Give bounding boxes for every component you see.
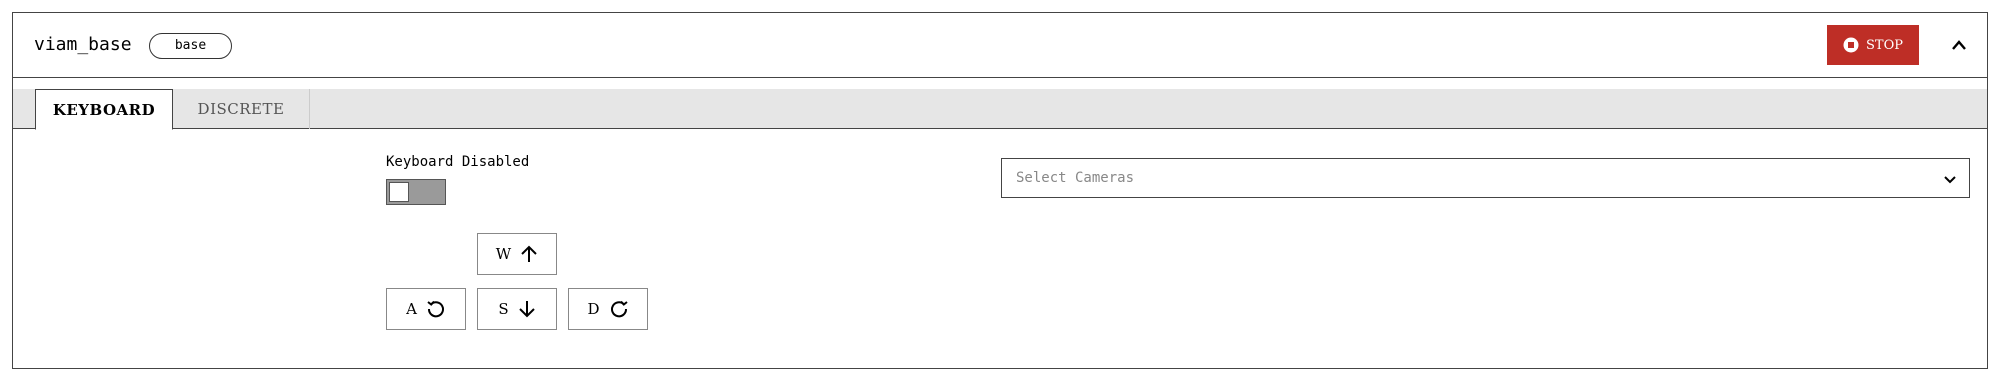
arrow-up-icon	[520, 244, 538, 264]
tab-discrete[interactable]: DISCRETE	[173, 89, 310, 129]
component-type-badge: base	[149, 33, 232, 59]
stop-circle-icon	[1843, 37, 1859, 53]
camera-select[interactable]: Select Cameras	[1001, 158, 1970, 198]
stop-button[interactable]: STOP	[1827, 25, 1919, 65]
tab-keyboard[interactable]: KEYBOARD	[35, 89, 173, 130]
key-a-letter: A	[406, 300, 417, 318]
key-forward-w[interactable]: W	[477, 233, 557, 275]
base-control-card: viam_base base STOP KEYBOARD DISCRETE Ke…	[12, 12, 1988, 369]
key-right-d[interactable]: D	[568, 288, 648, 330]
component-name: viam_base	[34, 34, 132, 55]
chevron-up-icon	[1951, 36, 1967, 55]
stop-button-label: STOP	[1866, 37, 1903, 53]
key-backward-s[interactable]: S	[477, 288, 557, 330]
key-left-a[interactable]: A	[386, 288, 466, 330]
key-w-letter: W	[495, 245, 512, 263]
card-header: viam_base base STOP	[13, 13, 1987, 78]
tab-discrete-label: DISCRETE	[197, 100, 285, 118]
tab-keyboard-label: KEYBOARD	[52, 100, 156, 119]
keyboard-status-label: Keyboard Disabled	[386, 154, 530, 170]
chevron-down-icon	[1943, 171, 1957, 185]
rotate-cw-icon	[609, 299, 629, 319]
camera-select-placeholder: Select Cameras	[1016, 170, 1135, 186]
collapse-button[interactable]	[1947, 33, 1971, 57]
rotate-ccw-icon	[426, 299, 446, 319]
control-tabs: KEYBOARD DISCRETE	[13, 89, 1987, 130]
key-d-letter: D	[587, 300, 600, 318]
keyboard-toggle[interactable]	[386, 179, 446, 205]
arrow-down-icon	[518, 299, 536, 319]
key-s-letter: S	[498, 300, 509, 318]
toggle-knob	[389, 182, 409, 202]
